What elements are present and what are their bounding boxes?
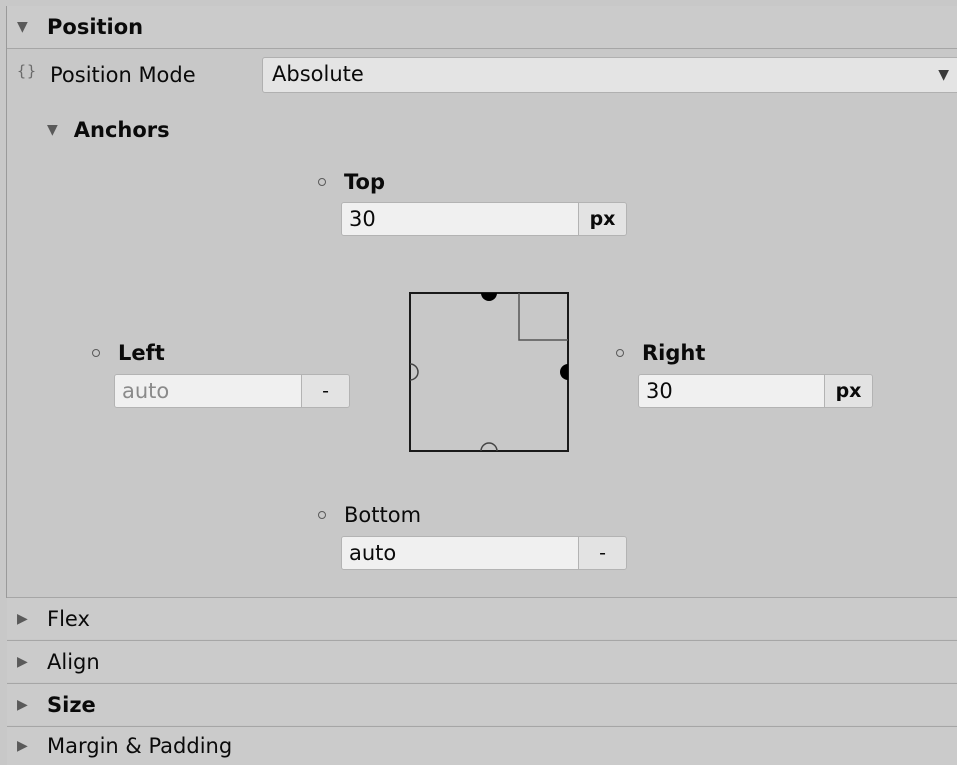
anchor-right-title: Right — [616, 341, 705, 365]
anchor-top-field: 30 px — [341, 202, 627, 236]
radio-circle-icon[interactable] — [92, 349, 100, 357]
anchor-left-unit-button[interactable]: - — [301, 375, 349, 407]
radio-circle-icon[interactable] — [318, 178, 326, 186]
section-flex-label: Flex — [47, 606, 90, 631]
anchor-bottom-unit-button[interactable]: - — [578, 537, 626, 569]
section-flex-header[interactable]: ▶ Flex — [7, 598, 957, 639]
anchor-left-input[interactable]: auto — [115, 375, 301, 407]
position-mode-value: Absolute — [272, 62, 364, 86]
anchor-top-title: Top — [318, 170, 385, 194]
position-mode-dropdown[interactable]: Absolute ▼ — [262, 57, 957, 93]
triangle-down-icon: ▼ — [47, 122, 58, 138]
anchor-bottom-label: Bottom — [344, 503, 422, 527]
anchors-label: Anchors — [73, 118, 170, 142]
anchor-bottom-field: auto - — [341, 536, 627, 570]
section-position-label: Position — [47, 15, 144, 39]
anchor-bottom-input[interactable]: auto — [342, 537, 578, 569]
triangle-right-icon: ▶ — [17, 653, 28, 670]
braces-icon[interactable]: {} — [17, 62, 37, 80]
anchor-diagram-frame — [409, 292, 569, 452]
section-align-label: Align — [47, 649, 100, 674]
anchor-bottom-handle — [480, 442, 498, 452]
anchor-right-input[interactable]: 30 — [639, 375, 824, 407]
anchor-top-unit-button[interactable]: px — [578, 203, 626, 235]
anchor-top-input[interactable]: 30 — [342, 203, 578, 235]
anchor-right-handle — [560, 364, 568, 380]
anchor-left-handle — [409, 363, 419, 381]
anchor-right-unit-button[interactable]: px — [824, 375, 872, 407]
section-position-header[interactable]: ▼ Position — [7, 6, 957, 48]
section-margin-padding-header[interactable]: ▶ Margin & Padding — [7, 727, 957, 765]
section-size-header[interactable]: ▶ Size — [7, 684, 957, 725]
section-margin-padding-label: Margin & Padding — [47, 734, 233, 758]
anchors-foldout[interactable]: ▼ Anchors — [47, 118, 170, 142]
position-mode-label: Position Mode — [50, 63, 196, 87]
triangle-right-icon: ▶ — [17, 610, 28, 627]
triangle-right-icon: ▶ — [17, 696, 28, 713]
position-mode-row: {} Position Mode Absolute ▼ — [7, 54, 957, 96]
anchor-right-field: 30 px — [638, 374, 873, 408]
anchor-element-preview — [518, 293, 568, 341]
triangle-right-icon: ▶ — [17, 738, 28, 754]
anchor-right-label: Right — [642, 341, 706, 365]
anchor-left-title: Left — [92, 341, 165, 365]
anchor-diagram[interactable] — [409, 292, 569, 452]
anchor-left-label: Left — [118, 341, 165, 365]
anchor-bottom-title: Bottom — [318, 503, 421, 527]
anchor-top-handle — [481, 293, 497, 301]
radio-circle-icon[interactable] — [616, 349, 624, 357]
caret-down-icon: ▼ — [938, 67, 949, 83]
anchor-left-field: auto - — [114, 374, 350, 408]
anchor-top-label: Top — [344, 170, 385, 194]
section-size-label: Size — [47, 692, 96, 717]
triangle-down-icon: ▼ — [17, 19, 28, 35]
radio-circle-icon[interactable] — [318, 511, 326, 519]
section-align-header[interactable]: ▶ Align — [7, 641, 957, 682]
divider — [7, 48, 957, 49]
